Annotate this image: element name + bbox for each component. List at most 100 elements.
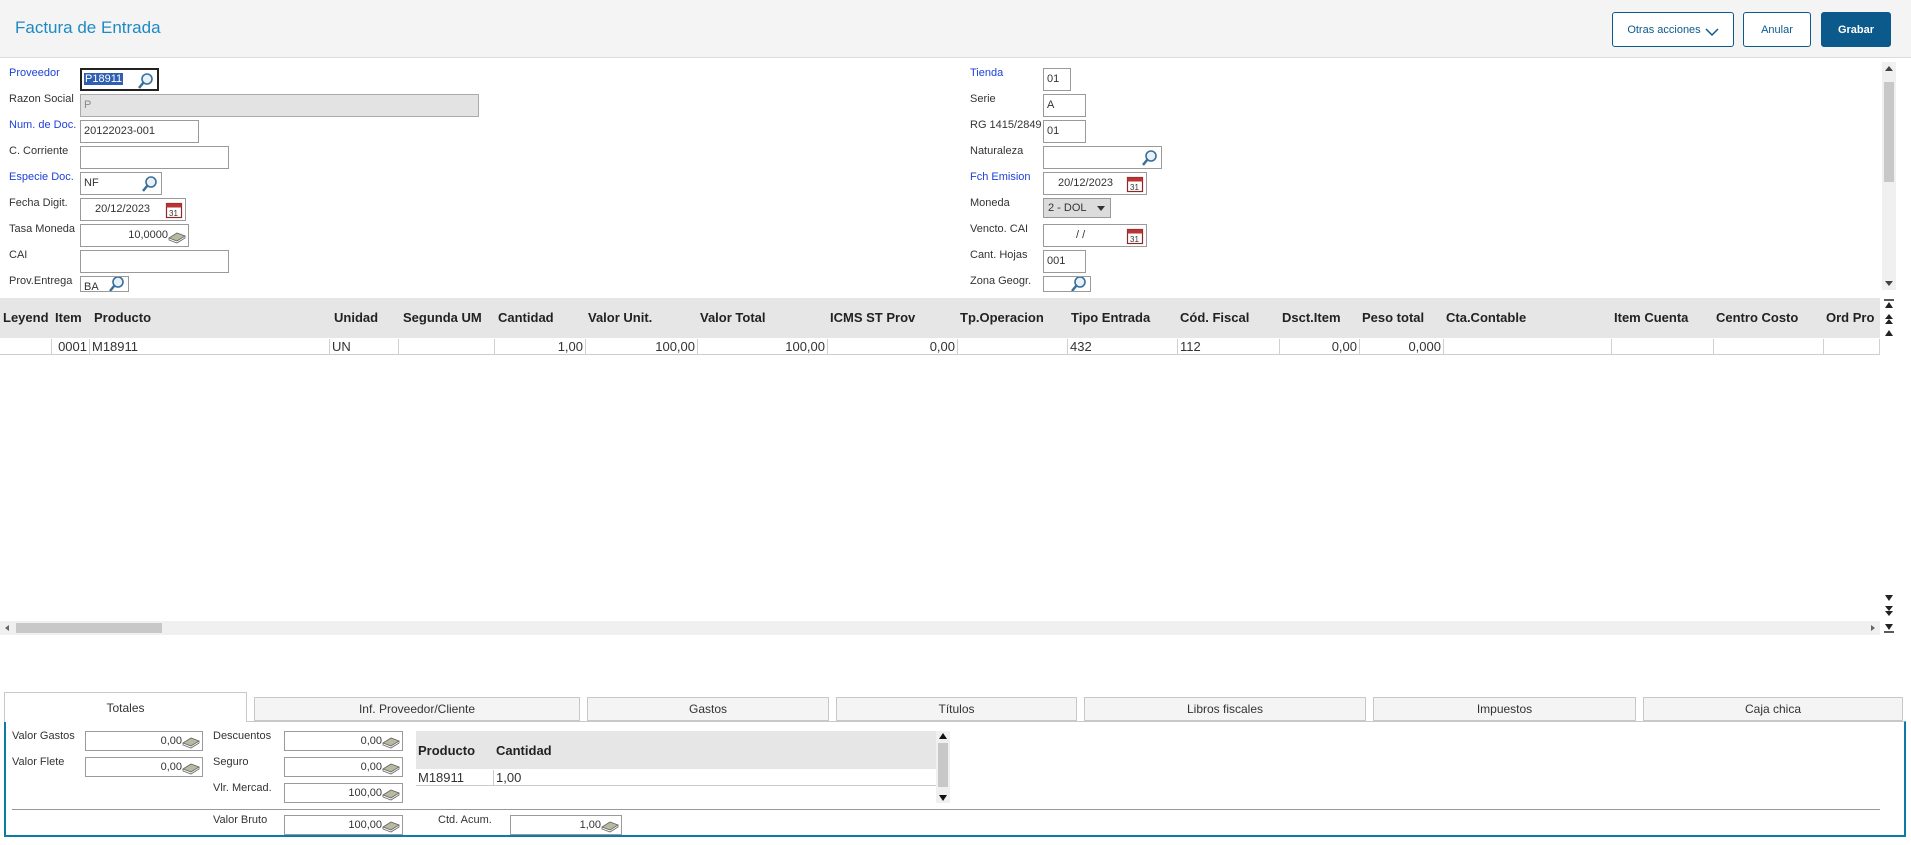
col-header[interactable]: Unidad	[334, 310, 378, 325]
form-scrollbar[interactable]	[1882, 62, 1896, 290]
grid-cell[interactable]	[399, 339, 495, 355]
col-header[interactable]: Dsct.Item	[1282, 310, 1341, 325]
accum-qty-field[interactable]: 1,00	[510, 815, 622, 835]
col-header[interactable]: Peso total	[1362, 310, 1424, 325]
entry-date-field[interactable]: 20/12/2023 31	[80, 198, 186, 221]
row-down-icon[interactable]	[1882, 592, 1896, 604]
gross-value-field[interactable]: 100,00	[284, 815, 403, 835]
col-header[interactable]: Tp.Operacion	[960, 310, 1044, 325]
issue-date-field[interactable]: 20/12/2023 31	[1043, 172, 1147, 195]
mini-cell[interactable]: M18911	[418, 770, 494, 785]
cancel-button[interactable]: Anular	[1743, 12, 1811, 47]
insurance-field[interactable]: 0,00	[284, 757, 403, 777]
grid-cell[interactable]: 432	[1068, 339, 1178, 355]
page-down-icon[interactable]	[1882, 604, 1896, 618]
search-icon[interactable]	[1141, 149, 1159, 167]
store-field[interactable]: 01	[1043, 68, 1071, 91]
save-button[interactable]: Grabar	[1821, 12, 1891, 47]
form-scroll-thumb[interactable]	[1884, 82, 1894, 182]
col-header[interactable]: Tipo Entrada	[1071, 310, 1150, 325]
current-account-field[interactable]	[80, 146, 229, 169]
tab-totales[interactable]: Totales	[4, 692, 247, 722]
col-header[interactable]: Item Cuenta	[1614, 310, 1688, 325]
search-icon[interactable]	[1070, 276, 1088, 292]
grid-cell[interactable]	[1444, 339, 1612, 355]
grid-cell[interactable]: M18911	[90, 339, 330, 355]
tab-petty-cash[interactable]: Caja chica	[1643, 697, 1903, 721]
calculator-icon[interactable]	[382, 732, 400, 750]
expenses-value-field[interactable]: 0,00	[85, 731, 203, 751]
col-header[interactable]: Segunda UM	[403, 310, 482, 325]
rg-field[interactable]: 01	[1043, 120, 1086, 143]
col-header[interactable]: Valor Total	[700, 310, 766, 325]
col-header[interactable]: Producto	[94, 310, 151, 325]
grid-cell[interactable]	[1714, 339, 1824, 355]
grid-h-scroll-thumb[interactable]	[16, 623, 162, 633]
page-up-icon[interactable]	[1882, 312, 1896, 326]
calculator-icon[interactable]	[382, 758, 400, 776]
calendar-icon[interactable]: 31	[1126, 175, 1144, 193]
col-header[interactable]: Cta.Contable	[1446, 310, 1526, 325]
mini-cell[interactable]: 1,00	[496, 770, 521, 785]
cai-due-field[interactable]: / / 31	[1043, 224, 1147, 247]
list-item[interactable]: M18911 1,00	[416, 769, 936, 786]
tab-fiscal-books[interactable]: Libros fiscales	[1084, 697, 1366, 721]
calculator-icon[interactable]	[168, 227, 186, 245]
discounts-field[interactable]: 0,00	[284, 731, 403, 751]
nature-field[interactable]	[1043, 146, 1162, 169]
merchandise-value-field[interactable]: 100,00	[284, 783, 403, 803]
currency-select[interactable]: 2 - DOL	[1043, 198, 1111, 218]
col-header[interactable]: Item	[55, 310, 82, 325]
tab-expenses[interactable]: Gastos	[587, 697, 829, 721]
grid-cell[interactable]: 100,00	[698, 339, 828, 355]
tab-taxes[interactable]: Impuestos	[1373, 697, 1636, 721]
col-header[interactable]: Cantidad	[498, 310, 554, 325]
row-up-icon[interactable]	[1882, 327, 1896, 339]
scroll-up-icon[interactable]	[936, 731, 950, 741]
col-header[interactable]: Cód. Fiscal	[1180, 310, 1249, 325]
grid-h-scrollbar[interactable]	[0, 621, 1880, 635]
grid-cell[interactable]: 112	[1178, 339, 1280, 355]
grid-cell[interactable]: 1,00	[495, 339, 586, 355]
other-actions-button[interactable]: Otras acciones	[1612, 12, 1734, 47]
cai-field[interactable]	[80, 250, 229, 273]
grid-cell[interactable]: 0001	[52, 339, 90, 355]
tab-supplier-info[interactable]: Inf. Proveedor/Cliente	[254, 697, 580, 721]
col-header[interactable]: Ord Pro	[1826, 310, 1874, 325]
grid-cell[interactable]: 0,00	[828, 339, 958, 355]
grid-cell[interactable]: 100,00	[586, 339, 698, 355]
delivery-province-field[interactable]: BA	[80, 276, 129, 292]
col-header[interactable]: Valor Unit.	[588, 310, 652, 325]
col-header[interactable]: ICMS ST Prov	[830, 310, 915, 325]
calculator-icon[interactable]	[382, 816, 400, 834]
last-row-icon[interactable]	[1882, 620, 1896, 634]
freight-value-field[interactable]: 0,00	[85, 757, 203, 777]
scroll-down-icon[interactable]	[1882, 278, 1896, 288]
col-header[interactable]: Centro Costo	[1716, 310, 1798, 325]
search-icon[interactable]	[137, 72, 155, 90]
calculator-icon[interactable]	[601, 816, 619, 834]
calendar-icon[interactable]: 31	[1126, 227, 1144, 245]
calculator-icon[interactable]	[382, 784, 400, 802]
scroll-down-icon[interactable]	[936, 793, 950, 803]
tab-titles[interactable]: Títulos	[836, 697, 1077, 721]
search-icon[interactable]	[141, 175, 159, 193]
calculator-icon[interactable]	[182, 732, 200, 750]
calculator-icon[interactable]	[182, 758, 200, 776]
sheets-field[interactable]: 001	[1043, 250, 1086, 273]
grid-cell[interactable]: 0,00	[1280, 339, 1360, 355]
mini-grid-scrollbar[interactable]	[936, 731, 950, 803]
grid-cell[interactable]	[958, 339, 1068, 355]
series-field[interactable]: A	[1043, 94, 1086, 117]
grid-cell[interactable]: UN	[330, 339, 399, 355]
scroll-up-icon[interactable]	[1882, 64, 1896, 74]
doc-number-field[interactable]: 20122023-001	[80, 120, 199, 143]
doc-type-field[interactable]: NF	[80, 172, 162, 195]
table-row[interactable]: 0001 M18911 UN 1,00 100,00 100,00 0,00 4…	[0, 338, 1880, 355]
supplier-field[interactable]: P18911	[80, 68, 159, 91]
grid-cell[interactable]	[1612, 339, 1714, 355]
grid-cell[interactable]	[0, 339, 52, 355]
grid-cell[interactable]	[1824, 339, 1880, 355]
col-header[interactable]: Leyend	[3, 310, 49, 325]
scroll-right-icon[interactable]	[1868, 621, 1878, 635]
